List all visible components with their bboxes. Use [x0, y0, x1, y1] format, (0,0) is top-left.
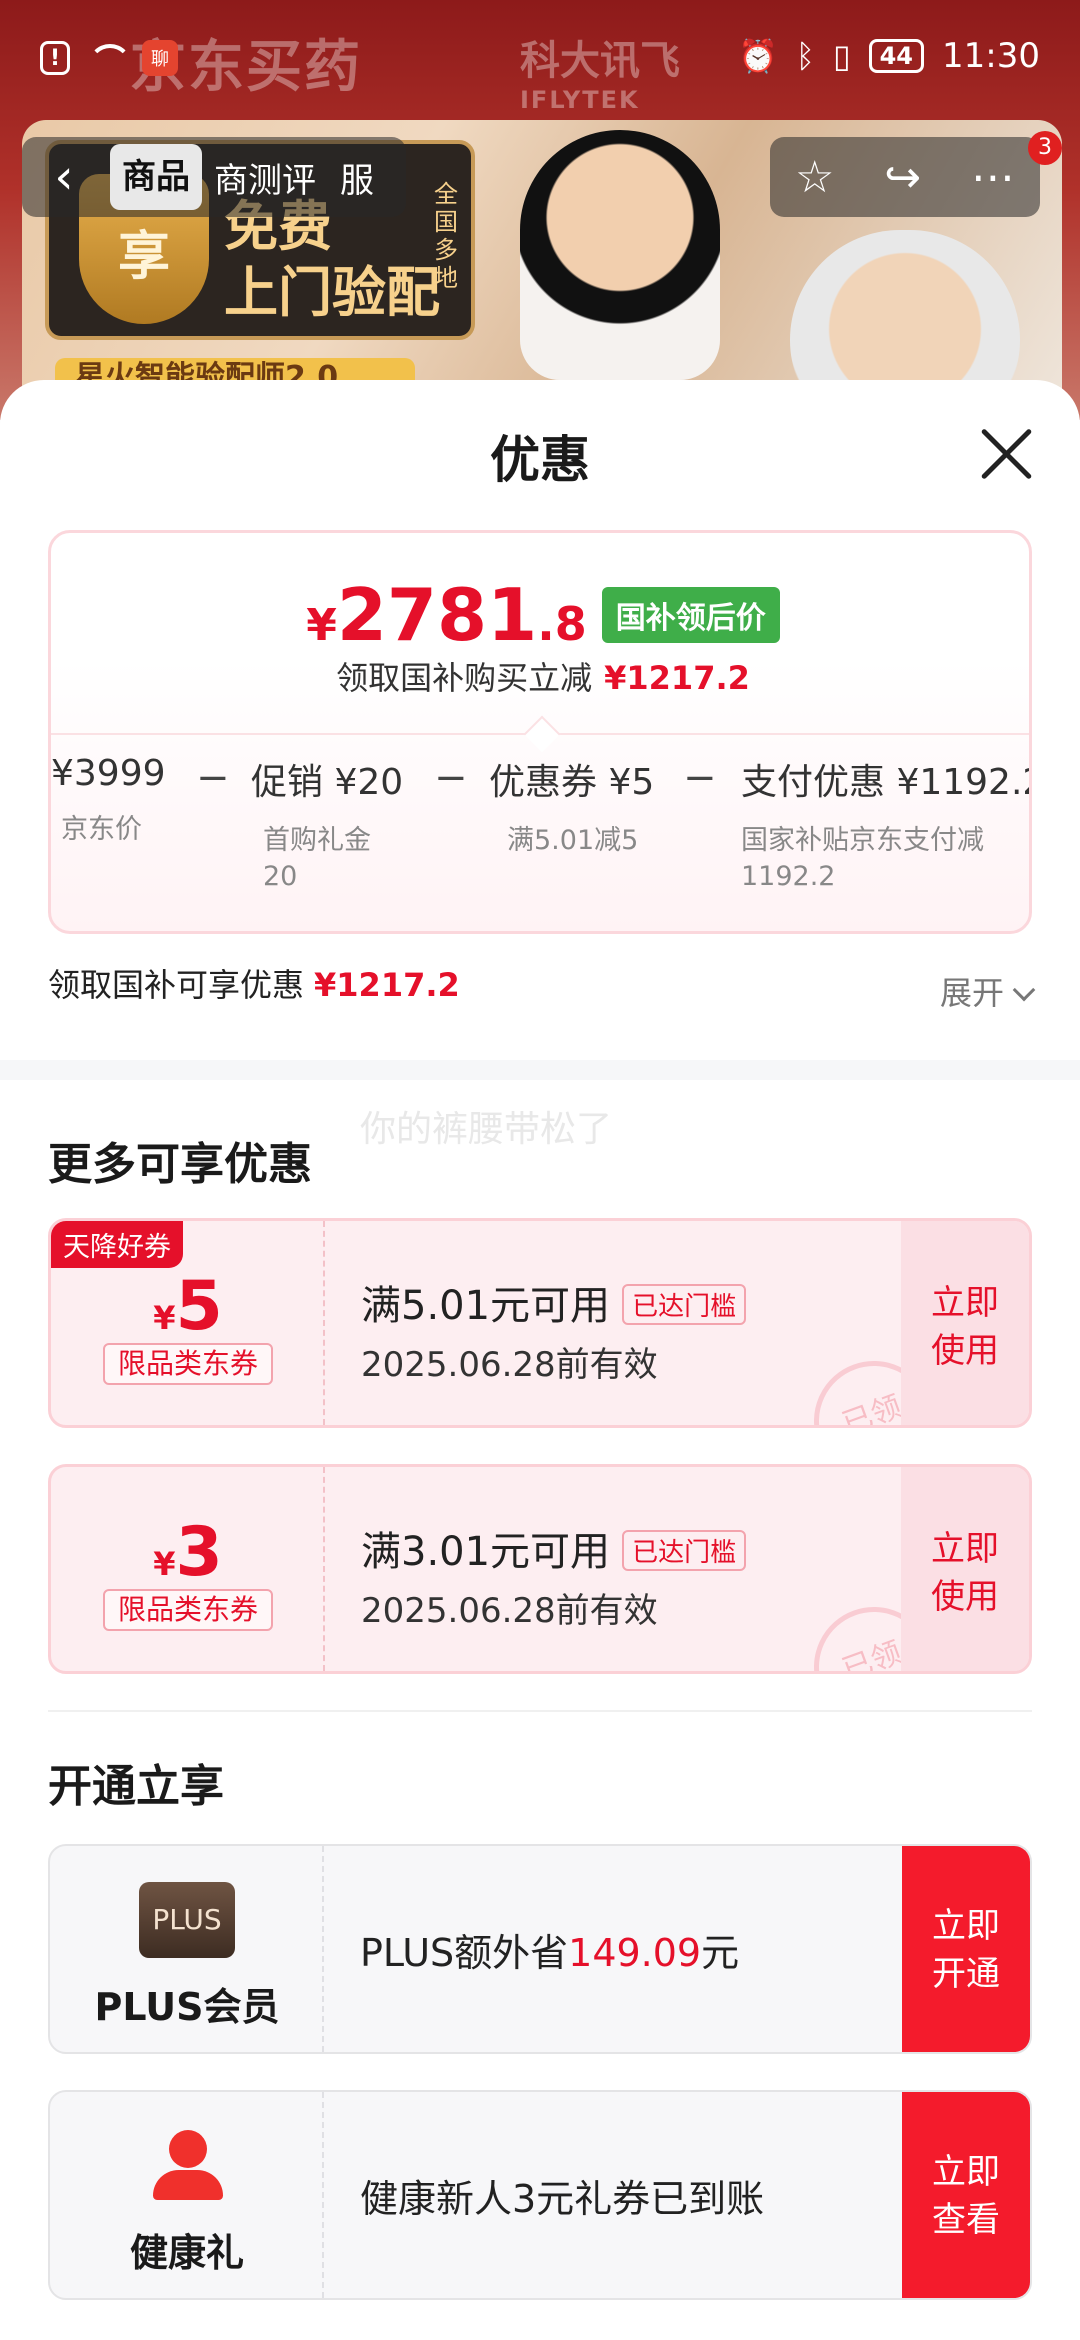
- section-title-open-membership: 开通立享: [48, 1761, 224, 1812]
- divider-notch: [523, 715, 561, 753]
- final-price: ¥2781.8: [306, 573, 587, 657]
- coupon-card: 天降好券 ¥5 限品类东券 满5.01元可用 已达门槛 2025.06.28前有效…: [48, 1218, 1032, 1428]
- tab-product[interactable]: 商品: [110, 144, 202, 210]
- price-subtitle: 领取国补购买立减 ¥1217.2: [336, 659, 750, 697]
- coupon-amount: ¥5: [153, 1267, 223, 1346]
- more-icon[interactable]: ⋯: [971, 152, 1015, 203]
- plus-logo-icon: PLUS: [139, 1882, 235, 1958]
- price-breakdown-card: ¥2781.8 国补领后价 领取国补购买立减 ¥1217.2 ¥3999 京东价 …: [48, 530, 1032, 934]
- calc-item-list-price: ¥3999 京东价: [51, 753, 166, 845]
- discount-sheet: 优惠 ¥2781.8 国补领后价 领取国补购买立减 ¥1217.2 ¥3999 京…: [0, 380, 1080, 2340]
- minus-operator: −: [683, 755, 717, 801]
- open-plus-button[interactable]: 立即 开通: [902, 1846, 1030, 2052]
- chevron-left-icon: ‹: [54, 149, 74, 205]
- nav-tabs: 商品 商测评 服: [106, 137, 406, 217]
- back-button[interactable]: ‹: [22, 137, 106, 217]
- coupon-type: 限品类东券: [103, 1343, 273, 1385]
- coupon-card: ¥3 限品类东券 满3.01元可用 已达门槛 2025.06.28前有效 已领 立…: [48, 1464, 1032, 1674]
- status-bar: ! 聊 ⏰ ᛒ ▯ 44 11:30: [0, 0, 1080, 120]
- coupon-validity: 2025.06.28前有效: [361, 1591, 658, 1631]
- star-icon[interactable]: ☆: [795, 152, 834, 203]
- plus-member-card: PLUS PLUS会员 PLUS额外省149.09元 立即 开通: [48, 1844, 1032, 2054]
- calc-item-payment: 支付优惠 ¥1192.2 国家补贴京东支付减 1192.2: [741, 762, 1032, 892]
- section-gap: [0, 1060, 1080, 1080]
- coupon-condition: 满3.01元可用: [361, 1529, 611, 1575]
- notification-badge: 3: [1028, 131, 1062, 165]
- threshold-badge: 已达门槛: [622, 1529, 747, 1571]
- share-icon[interactable]: ↪: [884, 152, 921, 203]
- divider: [48, 1710, 1032, 1712]
- health-gift-text: 健康新人3元礼券已到账: [360, 2177, 765, 2221]
- threshold-badge: 已达门槛: [622, 1283, 747, 1325]
- close-button[interactable]: [976, 424, 1036, 484]
- person-icon: [149, 2130, 225, 2206]
- expand-button[interactable]: 展开: [940, 968, 1036, 1014]
- price-calculation: ¥3999 京东价 − 促销 ¥20 首购礼金 20 − 优惠券 ¥5 满5.0…: [51, 753, 1032, 923]
- sim-alert-icon: !: [40, 41, 70, 75]
- coupon-condition: 满5.01元可用: [361, 1283, 611, 1329]
- gift-name: 健康礼: [129, 2231, 244, 2275]
- subsidy-price-tag: 国补领后价: [601, 587, 780, 643]
- top-nav: ‹ 商品 商测评 服 ☆ ↪ ⋯ 3: [0, 131, 1080, 220]
- calc-item-coupon: 优惠券 ¥5 满5.01减5: [489, 762, 655, 856]
- coupon-validity: 2025.06.28前有效: [361, 1345, 658, 1385]
- plus-savings-text: PLUS额外省149.09元: [360, 1931, 740, 1975]
- section-title-more-discounts: 更多可享优惠: [48, 1139, 312, 1190]
- chevron-down-icon: [1012, 978, 1036, 1002]
- calc-item-promotion: 促销 ¥20 首购礼金 20: [251, 762, 404, 892]
- sheet-title: 优惠: [490, 431, 590, 489]
- coupon-type: 限品类东券: [103, 1589, 273, 1631]
- health-gift-card: 健康礼 健康新人3元礼券已到账 立即 查看: [48, 2090, 1032, 2300]
- coupon-amount: ¥3: [153, 1513, 223, 1592]
- minus-operator: −: [434, 755, 468, 801]
- subsidy-benefit-row: 领取国补可享优惠 ¥1217.2 展开: [48, 960, 1036, 1012]
- alarm-icon: ⏰: [737, 37, 778, 75]
- tab-service[interactable]: 服: [328, 153, 386, 202]
- member-name: PLUS会员: [94, 1985, 280, 2029]
- nav-actions: ☆ ↪ ⋯: [770, 137, 1040, 217]
- tab-review[interactable]: 商测评: [202, 153, 328, 202]
- battery-icon: 44: [868, 39, 925, 73]
- view-gift-button[interactable]: 立即 查看: [902, 2092, 1030, 2298]
- app-notification-icon: 聊: [142, 40, 178, 76]
- wifi-icon: [84, 42, 132, 74]
- minus-operator: −: [196, 755, 230, 801]
- clock: 11:30: [942, 36, 1040, 76]
- vibrate-icon: ▯: [833, 37, 851, 75]
- use-coupon-button[interactable]: 立即 使用: [901, 1467, 1029, 1671]
- watermark-text: 你的裤腰带松了: [360, 1109, 613, 1150]
- coupon-flag: 天降好券: [51, 1221, 183, 1268]
- use-coupon-button[interactable]: 立即 使用: [901, 1221, 1029, 1425]
- bluetooth-icon: ᛒ: [795, 37, 815, 75]
